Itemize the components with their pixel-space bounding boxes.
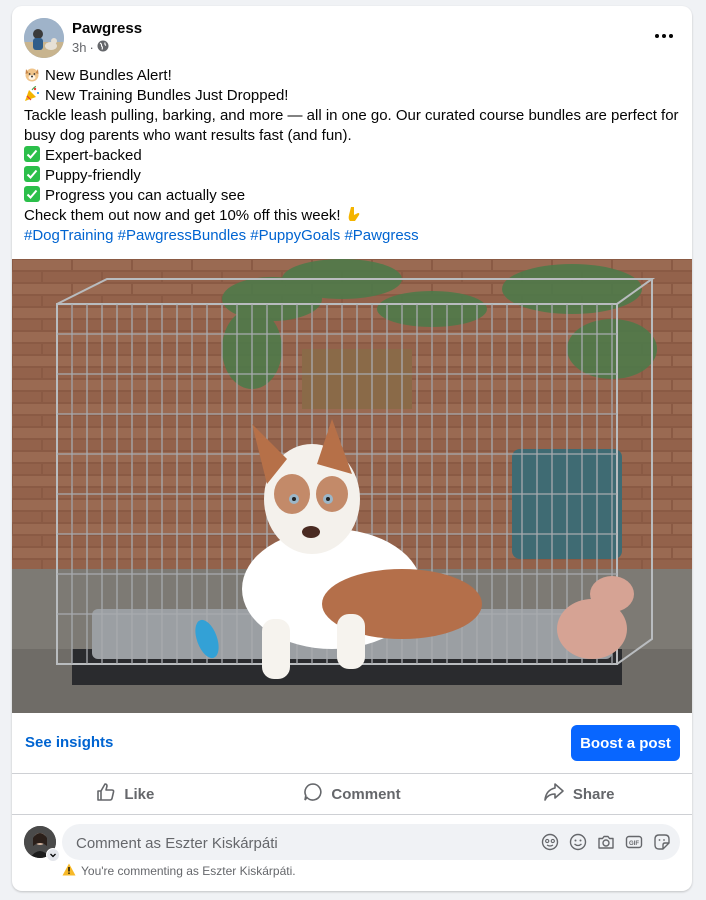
post-body: New Bundles Alert! New Training Bundles … [24, 66, 684, 246]
share-icon [543, 782, 565, 806]
svg-text:GIF: GIF [629, 841, 639, 847]
share-button[interactable]: Share [465, 774, 692, 814]
line-text: Progress you can actually see [45, 187, 246, 204]
comment-tools: GIF [540, 832, 672, 852]
globe-icon[interactable] [97, 40, 109, 55]
text-line: Progress you can actually see [24, 186, 684, 206]
line-text: Check them out now and get 10% off this … [24, 207, 341, 224]
sticker-icon[interactable] [652, 832, 672, 852]
camera-icon[interactable] [596, 832, 616, 852]
pointing-down-emoji [346, 206, 362, 222]
chevron-down-icon[interactable] [46, 848, 60, 862]
like-button[interactable]: Like [12, 774, 239, 814]
comment-input[interactable] [74, 824, 518, 862]
line-text: Puppy-friendly [45, 167, 141, 184]
comment-composer: GIF [24, 822, 680, 862]
text-line: New Training Bundles Just Dropped! [24, 86, 684, 106]
boost-post-button[interactable]: Boost a post [571, 725, 680, 761]
comment-button[interactable]: Comment [239, 774, 466, 814]
party-popper-emoji [24, 86, 40, 102]
commenting-notice: You're commenting as Eszter Kiskárpáti. [62, 863, 296, 879]
post-card: Pawgress 3h · New Bundles Alert! New Tra… [12, 6, 692, 891]
text-line: Puppy-friendly [24, 166, 684, 186]
avatar-sticker-icon[interactable] [540, 832, 560, 852]
comment-input-box: GIF [62, 824, 680, 862]
emoji-icon[interactable] [568, 832, 588, 852]
hashtags[interactable]: #DogTraining #PawgressBundles #PuppyGoal… [24, 226, 684, 246]
post-photo[interactable] [12, 259, 692, 713]
text-line: Tackle leash pulling, barking, and more … [24, 107, 683, 144]
check-mark-emoji [24, 166, 40, 182]
share-label: Share [572, 785, 615, 803]
comment-icon [303, 782, 323, 806]
line-text: New Bundles Alert! [45, 67, 172, 84]
post-header: Pawgress 3h · [24, 18, 680, 62]
post-time[interactable]: 3h [72, 40, 86, 55]
post-meta: 3h · [72, 40, 109, 55]
notice-text: You're commenting as Eszter Kiskárpáti. [81, 864, 296, 878]
dog-face-emoji [24, 66, 40, 82]
line-text: Expert-backed [45, 147, 142, 164]
post-actions: Like Comment Share [12, 774, 692, 815]
text-line: Check them out now and get 10% off this … [24, 206, 684, 226]
check-mark-emoji [24, 186, 40, 202]
text-line: New Bundles Alert! [24, 66, 684, 86]
gif-icon[interactable]: GIF [624, 832, 644, 852]
page-name[interactable]: Pawgress [72, 20, 142, 37]
line-text: New Training Bundles Just Dropped! [45, 87, 289, 104]
thumbs-up-icon [96, 782, 116, 806]
text-line: Expert-backed [24, 146, 684, 166]
meta-separator: · [89, 40, 94, 55]
comment-label: Comment [331, 785, 401, 803]
warning-icon [62, 863, 76, 879]
more-horizontal-icon[interactable] [648, 24, 680, 48]
check-mark-emoji [24, 146, 40, 162]
see-insights-link[interactable]: See insights [25, 734, 113, 751]
page-avatar[interactable] [24, 18, 64, 58]
insights-bar: See insights Boost a post [12, 713, 692, 774]
like-label: Like [124, 785, 155, 803]
